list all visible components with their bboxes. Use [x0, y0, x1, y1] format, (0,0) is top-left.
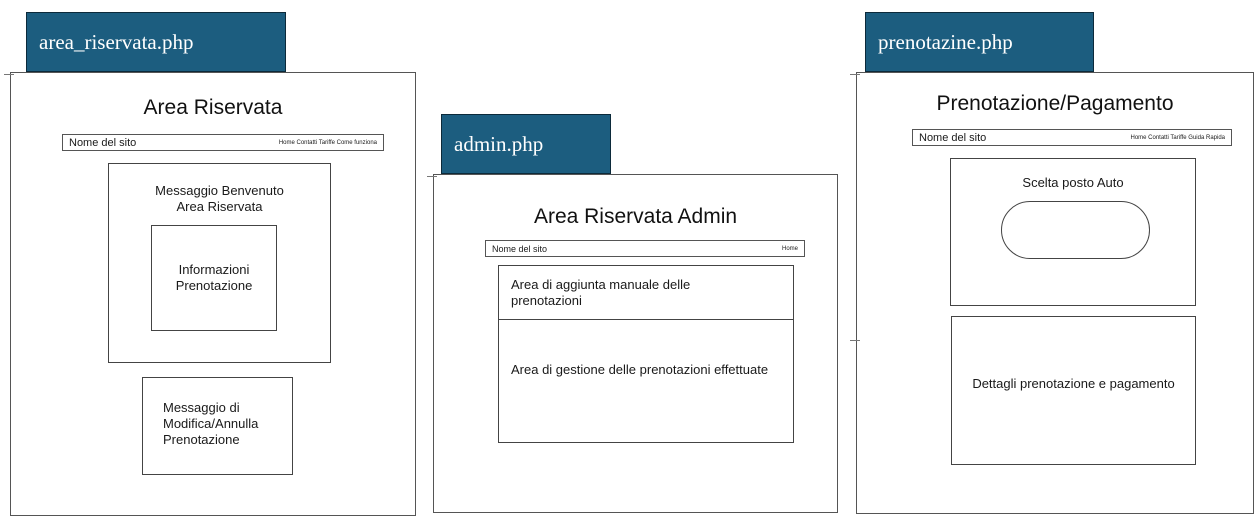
frame-edge-mark — [850, 340, 860, 341]
welcome-message: Messaggio Benvenuto Area Riservata — [155, 183, 284, 214]
area-riservata-navbar: Nome del sito Home Contatti Tariffe Come… — [62, 134, 384, 151]
prenotazione-navbar: Nome del sito Home Contatti Tariffe Guid… — [912, 129, 1232, 146]
seat-selection-label: Scelta posto Auto — [1022, 175, 1124, 190]
nav-links[interactable]: Home — [782, 246, 798, 252]
manual-add-text: Area di aggiunta manuale delle prenotazi… — [511, 277, 691, 308]
edit-cancel-message: Messaggio di Modifica/Annulla Prenotazio… — [163, 400, 259, 447]
site-name: Nome del sito — [919, 131, 987, 144]
manage-bookings-area — [498, 319, 794, 443]
site-name: Nome del sito — [69, 136, 137, 149]
frame-edge-mark — [427, 176, 437, 177]
frame-edge-mark — [850, 74, 860, 75]
admin-file-tag: admin.php — [441, 114, 611, 174]
admin-title: Area Riservata Admin — [533, 205, 738, 228]
booking-details-text: Dettagli prenotazione e pagamento — [972, 376, 1175, 391]
seat-picker-control[interactable] — [1001, 201, 1150, 259]
nav-links[interactable]: Home Contatti Tariffe Come funziona — [279, 140, 377, 146]
manage-bookings-text: Area di gestione delle prenotazioni effe… — [511, 362, 769, 377]
site-name: Nome del sito — [492, 243, 548, 254]
frame-edge-mark — [4, 74, 14, 75]
area-riservata-title: Area Riservata — [143, 96, 283, 119]
admin-navbar: Nome del sito Home — [485, 240, 805, 257]
nav-links[interactable]: Home Contatti Tariffe Guida Rapida — [1131, 135, 1226, 141]
prenotazione-title: Prenotazione/Pagamento — [936, 92, 1174, 115]
prenotazione-file-tag: prenotazine.php — [865, 12, 1094, 72]
booking-info-text: Informazioni Prenotazione — [175, 262, 253, 293]
area-riservata-file-tag: area_riservata.php — [26, 12, 286, 72]
